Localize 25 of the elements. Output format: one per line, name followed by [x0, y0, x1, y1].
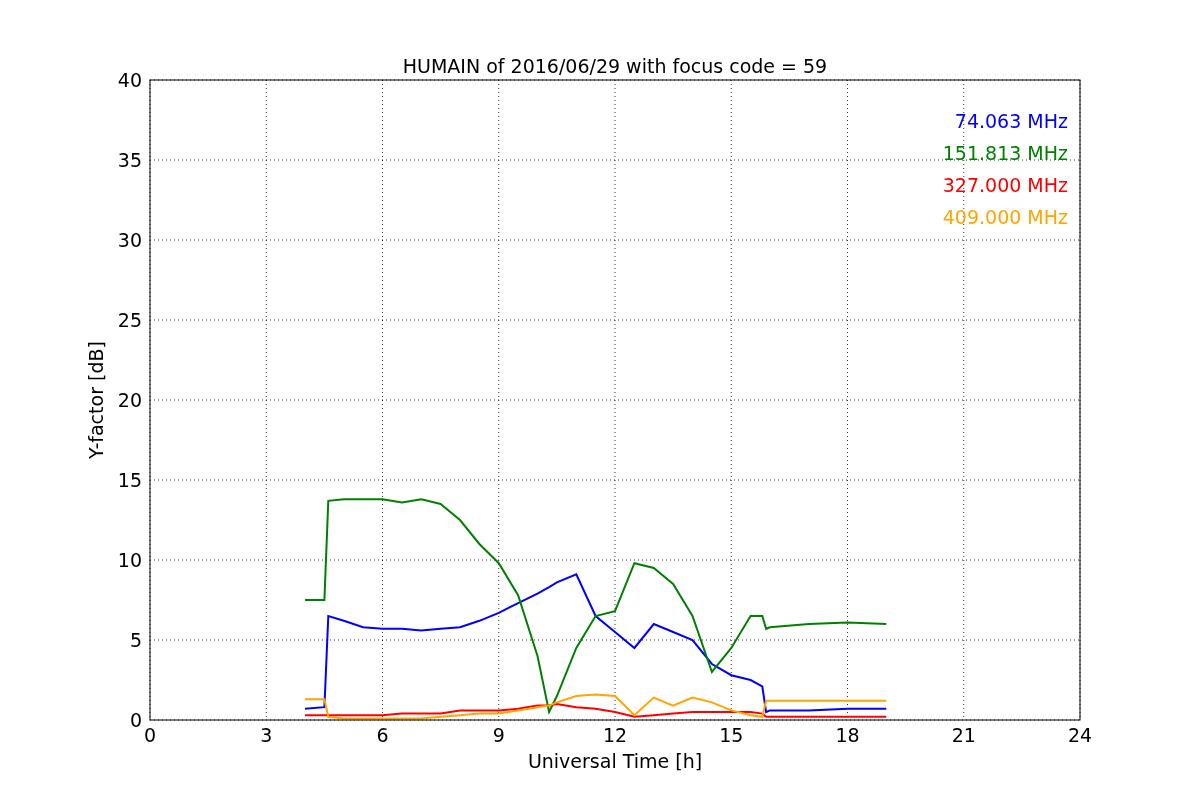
- y-tick-label: 15: [117, 469, 142, 491]
- y-tick-label: 40: [117, 69, 142, 91]
- x-tick-label: 21: [951, 724, 976, 746]
- x-tick-label: 12: [602, 724, 628, 746]
- legend-label: 74.063 MHz: [954, 110, 1068, 132]
- x-tick-label: 0: [143, 724, 157, 746]
- legend-label: 151.813 MHz: [942, 142, 1068, 164]
- x-tick-label: 6: [376, 724, 389, 746]
- x-tick-label: 9: [492, 724, 505, 746]
- x-axis-label: Universal Time [h]: [527, 750, 703, 772]
- y-tick-label: 5: [129, 629, 142, 651]
- y-tick-label: 35: [117, 149, 142, 171]
- legend-label: 409.000 MHz: [942, 206, 1068, 228]
- y-tick-label: 25: [117, 309, 142, 331]
- x-tick-label: 18: [835, 724, 860, 746]
- y-axis-label: Y-factor [dB]: [85, 341, 107, 459]
- y-tick-label: 0: [129, 709, 142, 731]
- legend-label: 327.000 MHz: [942, 174, 1068, 196]
- chart-title: HUMAIN of 2016/06/29 with focus code = 59: [402, 55, 828, 77]
- y-tick-label: 30: [117, 229, 142, 251]
- x-tick-label: 15: [719, 724, 744, 746]
- y-tick-label: 20: [117, 389, 142, 411]
- x-tick-label: 3: [260, 724, 273, 746]
- x-tick-label: 24: [1067, 724, 1093, 746]
- y-tick-label: 10: [117, 549, 142, 571]
